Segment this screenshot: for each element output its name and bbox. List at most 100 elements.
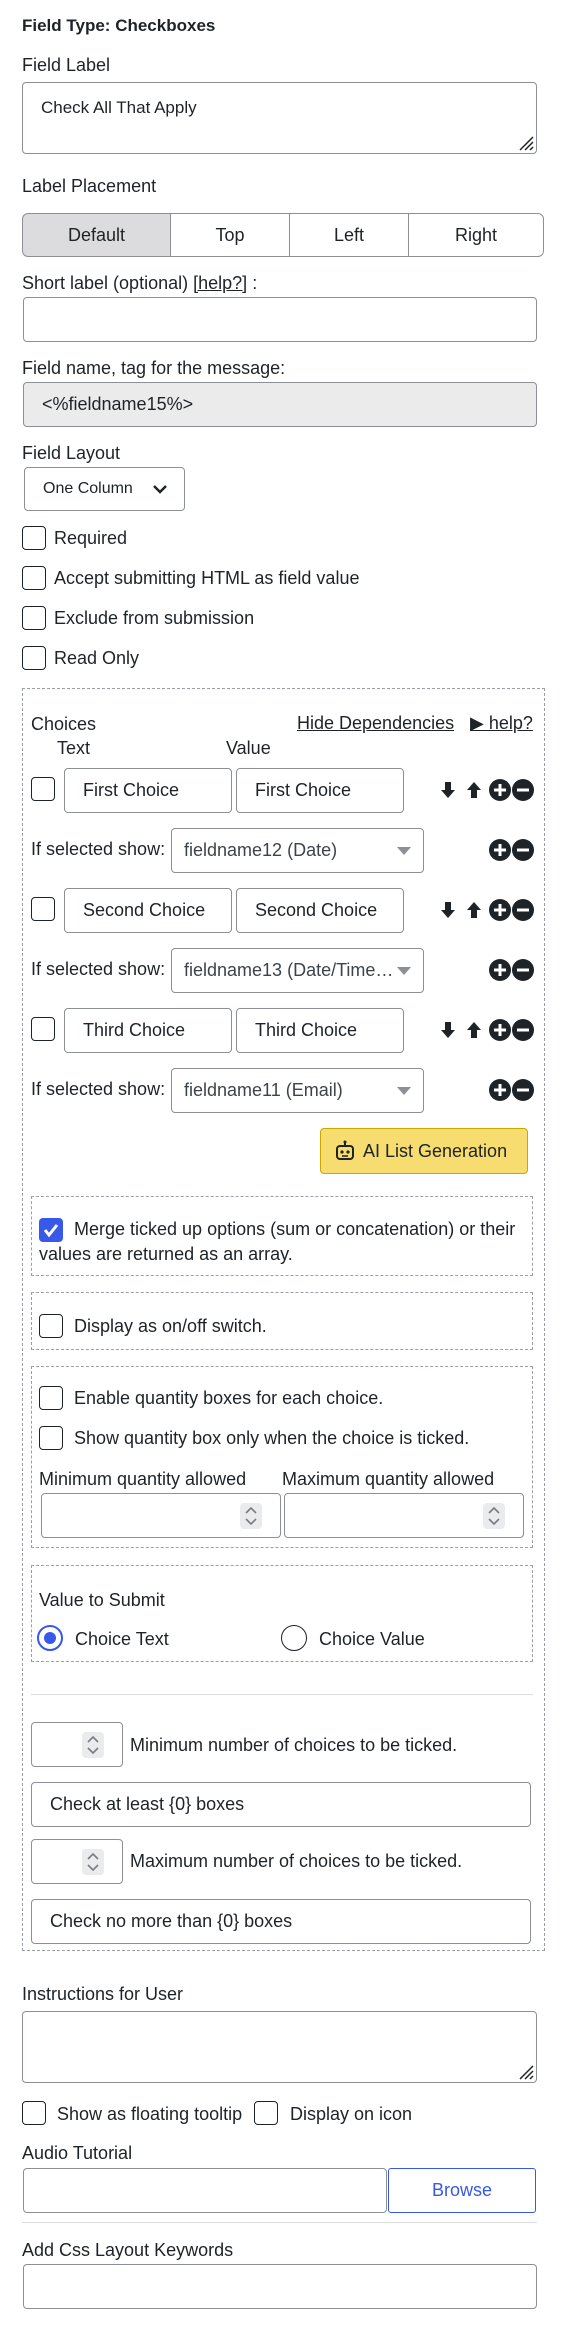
dependency-select-2[interactable]: fieldname13 (Date/Time…	[171, 948, 424, 993]
placement-right-button[interactable]: Right	[408, 213, 544, 257]
accept-html-checkbox[interactable]	[22, 566, 46, 590]
move-down-icon[interactable]	[441, 1022, 455, 1038]
remove-choice-icon[interactable]	[512, 779, 534, 801]
choice-3-text-input[interactable]: Third Choice	[64, 1008, 232, 1053]
placement-default-button[interactable]: Default	[22, 213, 171, 257]
if-selected-label-2: If selected show:	[31, 959, 166, 979]
choice-2-text-input[interactable]: Second Choice	[64, 888, 232, 933]
read-only-label: Read Only	[54, 648, 140, 668]
choice-text-radio[interactable]	[37, 1625, 63, 1651]
onoff-checkbox[interactable]	[39, 1314, 63, 1338]
max-choices-message-input[interactable]: Check no more than {0} boxes	[31, 1899, 531, 1944]
min-quantity-input[interactable]	[41, 1493, 281, 1538]
choices-help-link[interactable]: ▶ help?	[470, 713, 533, 734]
short-label-input[interactable]	[23, 297, 537, 342]
add-choice-icon[interactable]	[489, 1019, 511, 1041]
field-name-heading: Field name, tag for the message:	[22, 358, 286, 378]
add-dependency-icon[interactable]	[489, 959, 511, 981]
number-spinner-icon[interactable]	[240, 1503, 262, 1529]
placement-top-button[interactable]: Top	[170, 213, 290, 257]
remove-choice-icon[interactable]	[512, 899, 534, 921]
short-label-heading: Short label (optional) [help?] :	[22, 273, 257, 294]
min-choices-input[interactable]	[31, 1722, 123, 1767]
display-on-icon-label: Display on icon	[290, 2104, 413, 2124]
field-layout-heading: Field Layout	[22, 443, 121, 463]
max-quantity-input[interactable]	[284, 1493, 524, 1538]
min-choices-message-input[interactable]: Check at least {0} boxes	[31, 1782, 531, 1827]
resize-handle-icon[interactable]	[516, 133, 534, 151]
chevron-down-icon	[153, 485, 167, 494]
instructions-textarea[interactable]	[22, 2011, 537, 2083]
field-layout-select[interactable]: One Column	[24, 467, 185, 511]
number-spinner-icon[interactable]	[82, 1849, 104, 1875]
floating-tooltip-checkbox[interactable]	[22, 2101, 46, 2125]
move-up-icon[interactable]	[467, 782, 481, 798]
hide-dependencies-link[interactable]: Hide Dependencies	[297, 713, 454, 734]
ai-list-generation-button[interactable]: AI List Generation	[320, 1128, 528, 1174]
number-spinner-icon[interactable]	[82, 1732, 104, 1758]
audio-tutorial-input[interactable]	[23, 2168, 387, 2213]
exclude-checkbox[interactable]	[22, 606, 46, 630]
choice-1-value-input[interactable]: First Choice	[236, 768, 404, 813]
choice-2-text: Second Choice	[83, 900, 206, 920]
css-keywords-input[interactable]	[23, 2264, 537, 2309]
display-on-icon-checkbox[interactable]	[254, 2101, 278, 2125]
max-choices-input[interactable]	[31, 1839, 123, 1884]
dependency-value-2: fieldname13 (Date/Time…	[184, 960, 394, 980]
short-label-text: Short label (optional)	[22, 273, 189, 293]
field-label-textarea[interactable]: Check All That Apply	[22, 82, 537, 154]
remove-dependency-icon[interactable]	[512, 839, 534, 861]
choice-value-radio[interactable]	[281, 1625, 307, 1651]
required-checkbox[interactable]	[22, 526, 46, 550]
audio-tutorial-heading: Audio Tutorial	[22, 2143, 133, 2163]
choice-2-value-input[interactable]: Second Choice	[236, 888, 404, 933]
quantity-only-ticked-checkbox[interactable]	[39, 1426, 63, 1450]
add-choice-icon[interactable]	[489, 899, 511, 921]
add-choice-icon[interactable]	[489, 779, 511, 801]
add-dependency-icon[interactable]	[489, 839, 511, 861]
choices-title: Choices	[31, 714, 97, 734]
short-label-help-link[interactable]: [help?]	[193, 273, 247, 293]
max-choices-label: Maximum number of choices to be ticked.	[130, 1851, 463, 1871]
dependency-select-1[interactable]: fieldname12 (Date)	[171, 828, 424, 873]
choice-value-radio-label: Choice Value	[319, 1629, 425, 1649]
choice-1-text-input[interactable]: First Choice	[64, 768, 232, 813]
dependency-select-3[interactable]: fieldname11 (Email)	[171, 1068, 424, 1113]
browse-button[interactable]: Browse	[388, 2168, 536, 2213]
quantity-enable-checkbox[interactable]	[39, 1386, 63, 1410]
remove-dependency-icon[interactable]	[512, 1079, 534, 1101]
read-only-checkbox[interactable]	[22, 646, 46, 670]
placement-left-button[interactable]: Left	[289, 213, 409, 257]
dependency-value-1: fieldname12 (Date)	[184, 840, 338, 860]
choice-3-checkbox[interactable]	[31, 1017, 55, 1041]
choice-1-value: First Choice	[255, 780, 352, 800]
choice-2-checkbox[interactable]	[31, 897, 55, 921]
panel-title: Field Type: Checkboxes	[22, 16, 216, 35]
exclude-label: Exclude from submission	[54, 608, 255, 628]
remove-choice-icon[interactable]	[512, 1019, 534, 1041]
choice-1-checkbox[interactable]	[31, 777, 55, 801]
if-selected-label-1: If selected show:	[31, 839, 166, 859]
field-label-value: Check All That Apply	[41, 98, 197, 117]
field-label-heading: Field Label	[22, 55, 111, 75]
move-up-icon[interactable]	[467, 902, 481, 918]
move-up-icon[interactable]	[467, 1022, 481, 1038]
add-dependency-icon[interactable]	[489, 1079, 511, 1101]
field-name-value: <%fieldname15%>	[42, 394, 194, 414]
choice-text-radio-label: Choice Text	[75, 1629, 169, 1649]
field-name-input[interactable]: <%fieldname15%>	[23, 382, 537, 427]
label-placement-heading: Label Placement	[22, 176, 157, 196]
choice-3-text: Third Choice	[83, 1020, 186, 1040]
resize-handle-icon[interactable]	[516, 2062, 534, 2080]
quantity-enable-label: Enable quantity boxes for each choice.	[74, 1388, 384, 1408]
col-value-heading: Value	[226, 738, 271, 758]
merge-label: Merge ticked up options (sum or concaten…	[39, 1219, 516, 1264]
label-placement-segmented: Default Top Left Right	[22, 213, 545, 257]
choice-3-value-input[interactable]: Third Choice	[236, 1008, 404, 1053]
max-choices-message: Check no more than {0} boxes	[50, 1911, 293, 1931]
remove-dependency-icon[interactable]	[512, 959, 534, 981]
short-label-colon: :	[252, 273, 258, 293]
move-down-icon[interactable]	[441, 782, 455, 798]
move-down-icon[interactable]	[441, 902, 455, 918]
number-spinner-icon[interactable]	[483, 1503, 505, 1529]
